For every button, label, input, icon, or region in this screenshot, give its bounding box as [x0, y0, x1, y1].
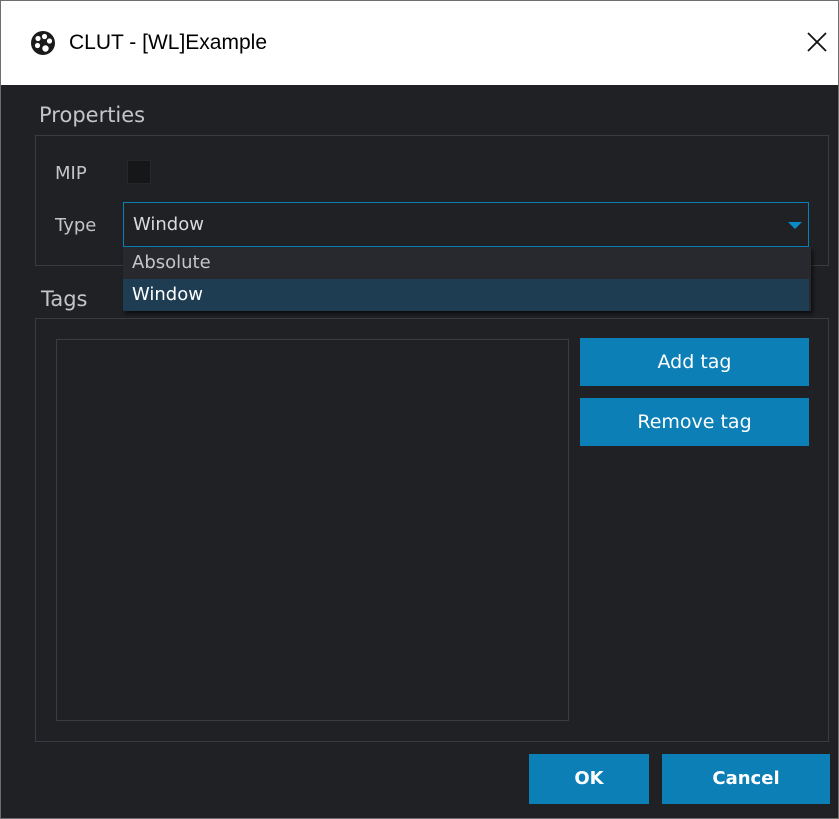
mip-checkbox[interactable] [127, 160, 151, 184]
type-combobox-value: Window [133, 214, 204, 235]
add-tag-button[interactable]: Add tag [580, 338, 809, 386]
clut-dialog: CLUT - [WL]Example Properties MIP Type W… [0, 0, 839, 819]
type-label: Type [55, 215, 97, 236]
palette-icon [31, 31, 55, 55]
close-button[interactable] [795, 21, 838, 65]
dropdown-option-window[interactable]: Window [123, 279, 809, 311]
mip-label: MIP [55, 163, 87, 184]
type-dropdown-list: Absolute Window [123, 247, 811, 311]
properties-heading: Properties [39, 103, 146, 127]
dropdown-option-absolute[interactable]: Absolute [123, 247, 809, 279]
remove-tag-button[interactable]: Remove tag [580, 398, 809, 446]
close-icon [807, 32, 827, 52]
title-bar: CLUT - [WL]Example [1, 1, 838, 85]
chevron-down-icon[interactable] [788, 222, 802, 229]
cancel-button[interactable]: Cancel [662, 754, 830, 804]
window-title: CLUT - [WL]Example [69, 31, 267, 54]
type-combobox[interactable]: Window [123, 202, 809, 247]
tags-heading: Tags [41, 287, 88, 311]
tag-list[interactable] [56, 339, 569, 721]
ok-button[interactable]: OK [529, 754, 649, 804]
